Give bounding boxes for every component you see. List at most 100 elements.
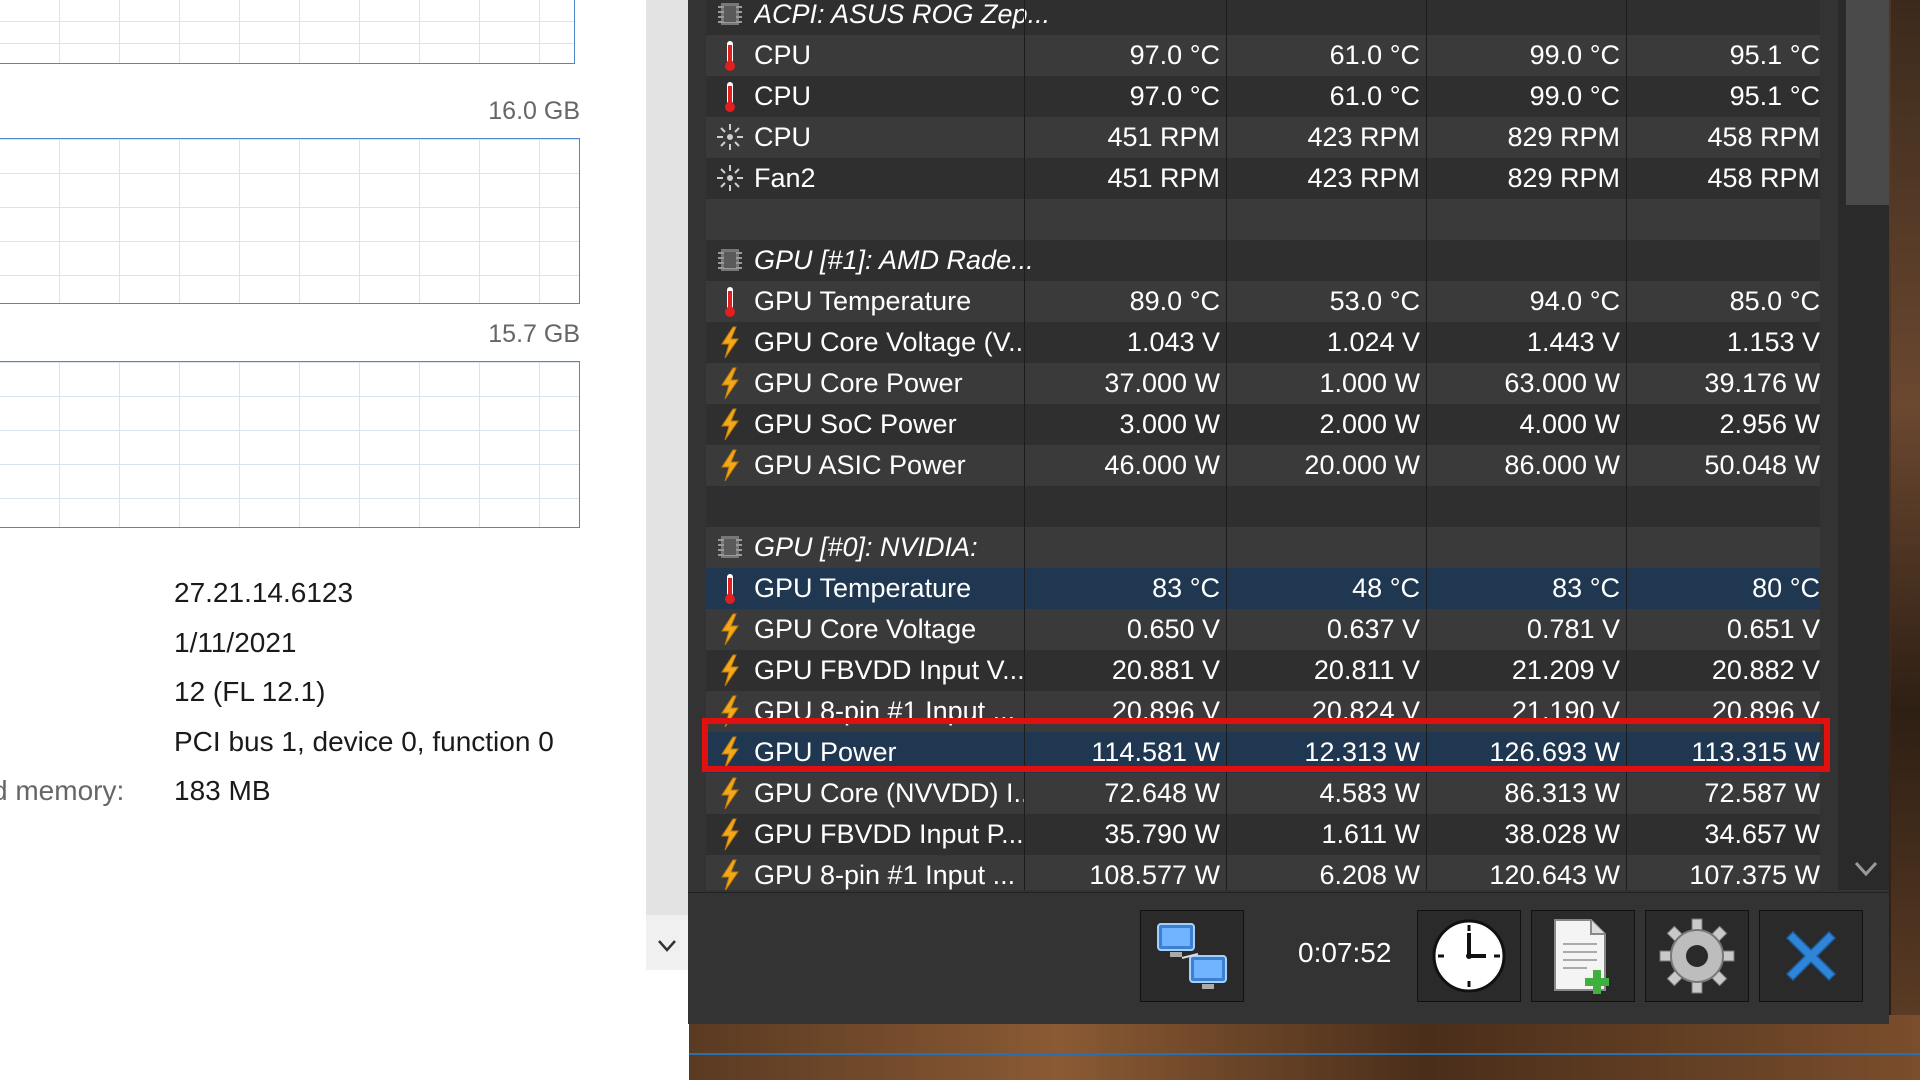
current-value: 97.0 °C: [1129, 40, 1220, 70]
sensor-name: GPU Power: [754, 737, 897, 767]
driver-version-value: 27.21.14.6123: [174, 577, 354, 608]
maximum-value: 38.028 W: [1504, 819, 1620, 849]
column-divider: [1024, 0, 1025, 890]
sensor-row[interactable]: GPU FBVDD Input P... 35.790 W 1.611 W 38.02…: [706, 814, 1820, 855]
average-value: 50.048 W: [1704, 450, 1820, 480]
sensor-name: GPU FBVDD Input P...: [754, 819, 1024, 849]
sensor-name: GPU Core Voltage (V...: [754, 327, 1024, 357]
minimum-value: 20.811 V: [1313, 655, 1420, 685]
reset-timer-button[interactable]: [1417, 910, 1521, 1002]
sensor-name: GPU ASIC Power: [754, 450, 966, 480]
close-button[interactable]: [1759, 910, 1863, 1002]
average-value: 1.153 V: [1726, 327, 1820, 357]
column-divider: [1426, 0, 1427, 890]
maximum-value: 99.0 °C: [1529, 81, 1620, 111]
hwinfo-sensors-window: ACPI: ASUS ROG Zep... CPU 97.0 °C 61.0 °C 99…: [688, 0, 1889, 1024]
thermometer-icon: [725, 41, 735, 71]
scroll-down-arrow-icon[interactable]: [646, 925, 688, 967]
lightning-icon: [721, 408, 739, 441]
maximum-value: 99.0 °C: [1529, 40, 1620, 70]
average-value: 107.375 W: [1689, 860, 1820, 890]
task-manager-scrollbar[interactable]: [646, 0, 688, 970]
sensor-row-gpu-power[interactable]: GPU Power 114.581 W 12.313 W 126.693 W 113.3…: [706, 732, 1820, 773]
taskbar-edge-line: [689, 1053, 1920, 1055]
average-value: 95.1 °C: [1729, 40, 1820, 70]
lightning-icon: [721, 613, 739, 646]
scrollbar-thumb[interactable]: [646, 0, 688, 915]
report-icon: [1554, 919, 1609, 994]
column-divider: [1626, 0, 1627, 890]
maximum-value: 126.693 W: [1489, 737, 1620, 767]
group-name: GPU [#1]: AMD Rade...: [754, 245, 1034, 275]
scroll-down-chevron-icon[interactable]: [1852, 858, 1880, 880]
sensor-group-header[interactable]: ACPI: ASUS ROG Zep...: [706, 0, 1820, 35]
current-value: 83 °C: [1152, 573, 1220, 603]
sensor-group-header[interactable]: GPU [#1]: AMD Rade...: [706, 240, 1820, 281]
sensor-name: Fan2: [754, 163, 816, 193]
average-value: 80 °C: [1752, 573, 1820, 603]
settings-button[interactable]: [1645, 910, 1749, 1002]
sensor-row[interactable]: GPU Temperature 83 °C 48 °C 83 °C 80 °C: [706, 568, 1820, 609]
average-value: 113.315 W: [1691, 737, 1820, 767]
sensor-row[interactable]: GPU Core Power 37.000 W 1.000 W 63.000 W 39.…: [706, 363, 1820, 404]
lightning-icon: [721, 326, 739, 359]
minimum-value: 48 °C: [1352, 573, 1420, 603]
minimum-value: 20.000 W: [1304, 450, 1420, 480]
maximum-value: 1.443 V: [1526, 327, 1620, 357]
driver-date-value: 1/11/2021: [174, 627, 297, 658]
minimum-value: 61.0 °C: [1329, 81, 1420, 111]
sensor-row[interactable]: CPU 451 RPM 423 RPM 829 RPM 458 RPM: [706, 117, 1820, 158]
sensor-row[interactable]: Fan2 451 RPM 423 RPM 829 RPM 458 RPM: [706, 158, 1820, 199]
sensor-table-scrollbar[interactable]: [1838, 0, 1889, 890]
sensor-row[interactable]: GPU Temperature 89.0 °C 53.0 °C 94.0 °C 85.0…: [706, 281, 1820, 322]
scrollbar-thumb[interactable]: [1846, 0, 1889, 205]
lightning-icon: [721, 818, 739, 851]
average-value: 458 RPM: [1707, 163, 1820, 193]
report-button[interactable]: [1531, 910, 1635, 1002]
minimum-value: 0.637 V: [1326, 614, 1420, 644]
sensor-row[interactable]: GPU Core Voltage (V... 1.043 V 1.024 V 1.44…: [706, 322, 1820, 363]
maximum-value: 94.0 °C: [1529, 286, 1620, 316]
sensor-name: GPU Core Power: [754, 368, 963, 398]
network-icon: [1157, 923, 1227, 989]
current-value: 72.648 W: [1104, 778, 1220, 808]
sensor-group-header[interactable]: GPU [#0]: NVIDIA:: [706, 527, 1820, 568]
current-value: 108.577 W: [1089, 860, 1220, 890]
current-value: 3.000 W: [1119, 409, 1220, 439]
current-value: 46.000 W: [1104, 450, 1220, 480]
sensor-row[interactable]: GPU FBVDD Input V... 20.881 V 20.811 V 21.2…: [706, 650, 1820, 691]
average-value: 72.587 W: [1704, 778, 1820, 808]
average-value: 20.882 V: [1711, 655, 1820, 685]
lightning-icon: [721, 859, 739, 890]
sensor-row[interactable]: GPU Core (NVVDD) I... 72.648 W 4.583 W 86.3…: [706, 773, 1820, 814]
sensor-row[interactable]: CPU 97.0 °C 61.0 °C 99.0 °C 95.1 °C: [706, 76, 1820, 117]
sensor-row[interactable]: GPU ASIC Power 46.000 W 20.000 W 86.000 W 50…: [706, 445, 1820, 486]
lightning-icon: [721, 654, 739, 687]
maximum-value: 829 RPM: [1507, 122, 1620, 152]
sensor-table[interactable]: ACPI: ASUS ROG Zep... CPU 97.0 °C 61.0 °C 99…: [706, 0, 1820, 890]
sensor-row[interactable]: CPU 97.0 °C 61.0 °C 99.0 °C 95.1 °C: [706, 35, 1820, 76]
average-value: 95.1 °C: [1729, 81, 1820, 111]
sensor-row[interactable]: GPU SoC Power 3.000 W 2.000 W 4.000 W 2.956 …: [706, 404, 1820, 445]
minimum-value: 4.583 W: [1319, 778, 1420, 808]
current-value: 35.790 W: [1104, 819, 1220, 849]
usage-graph-top: [0, 0, 575, 64]
minimum-value: 12.313 W: [1304, 737, 1420, 767]
lightning-icon: [721, 449, 739, 482]
wallpaper-bottom: [689, 1015, 1920, 1080]
maximum-value: 0.781 V: [1526, 614, 1620, 644]
sensor-row[interactable]: GPU 8-pin #1 Input ... 20.896 V 20.824 V 21…: [706, 691, 1820, 732]
network-button[interactable]: [1140, 910, 1244, 1002]
average-value: 39.176 W: [1704, 368, 1820, 398]
maximum-value: 120.643 W: [1489, 860, 1620, 890]
maximum-value: 86.000 W: [1504, 450, 1620, 480]
sensor-row[interactable]: GPU 8-pin #1 Input ... 108.577 W 6.208 W 12…: [706, 855, 1820, 890]
sensor-name: GPU Temperature: [754, 286, 972, 316]
thermometer-icon: [725, 574, 735, 604]
minimum-value: 423 RPM: [1307, 163, 1420, 193]
minimum-value: 6.208 W: [1319, 860, 1420, 890]
average-value: 2.956 W: [1719, 409, 1820, 439]
sensor-row[interactable]: GPU Core Voltage 0.650 V 0.637 V 0.781 V 0.6…: [706, 609, 1820, 650]
current-value: 20.881 V: [1111, 655, 1220, 685]
sensor-name: GPU SoC Power: [754, 409, 957, 439]
